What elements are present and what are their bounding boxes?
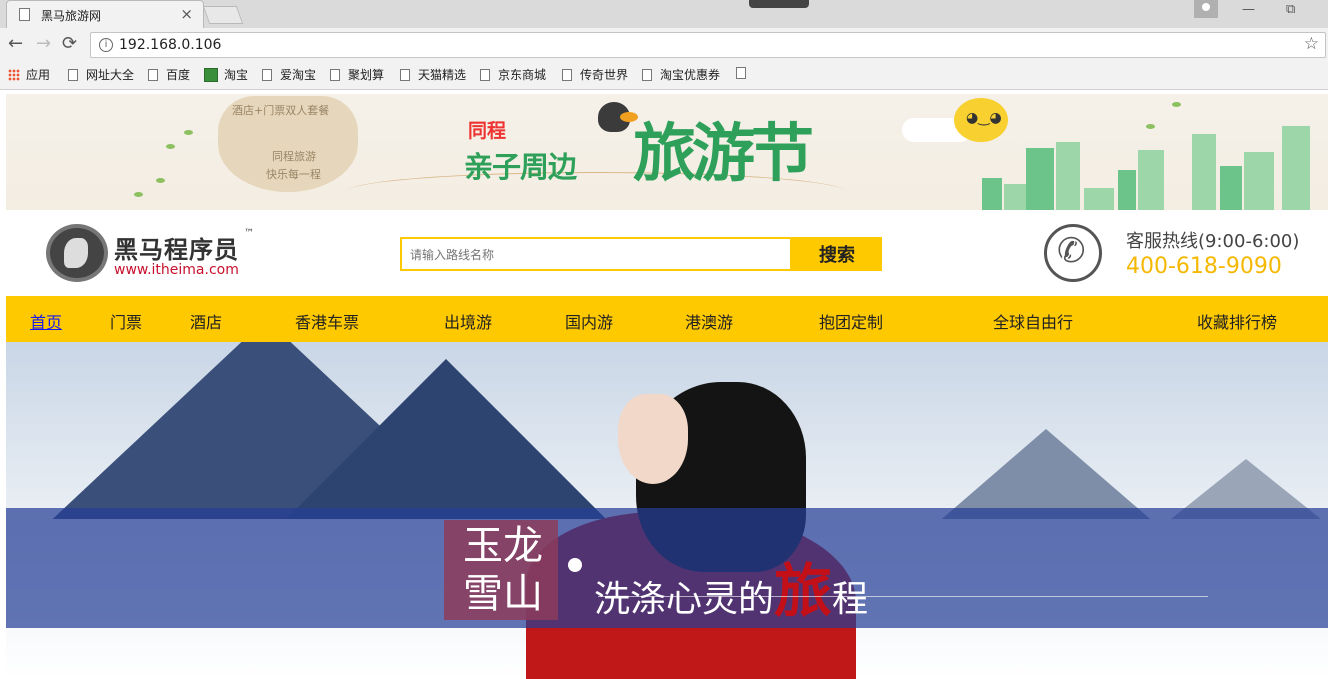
minimize-icon[interactable]: —: [1242, 2, 1255, 17]
hotline-number: 400-618-9090: [1126, 254, 1282, 279]
main-nav: 首页 门票 酒店 香港车票 出境游 国内游 港澳游 抱团定制 全球自由行 收藏排…: [6, 296, 1328, 342]
tab-close-icon[interactable]: ×: [180, 5, 193, 23]
building: [1084, 188, 1114, 210]
brand-url[interactable]: www.itheima.com: [114, 262, 239, 278]
bookmark-item[interactable]: 爱淘宝: [262, 66, 316, 83]
browser-tab[interactable]: 黑马旅游网 ×: [6, 0, 204, 28]
figure-face: [618, 394, 688, 484]
search-box: [400, 237, 792, 271]
promo-banner[interactable]: 酒店+门票双人套餐 同程旅游 快乐每一程 同程 亲子周边 旅游节 ◕‿◕: [6, 94, 1328, 210]
phone-badge: ✆: [1044, 224, 1102, 282]
page-icon: [736, 67, 746, 79]
nav-favorites-rank[interactable]: 收藏排行榜: [1197, 309, 1277, 333]
window-drag-handle: [749, 0, 809, 8]
building: [1192, 134, 1216, 210]
page-icon: [642, 69, 652, 81]
building: [1026, 148, 1054, 210]
brand-name[interactable]: 黑马程序员: [114, 230, 239, 265]
nav-domestic[interactable]: 国内游: [565, 309, 613, 333]
trademark: ™: [244, 228, 254, 239]
toolbar: ← → ⟳ i 192.168.0.106 ☆: [0, 28, 1328, 62]
promo-cloud-text: 同程旅游: [272, 150, 316, 163]
forward-icon[interactable]: →: [36, 33, 51, 54]
page-icon: [148, 69, 158, 81]
slogan-underline: [598, 596, 1208, 597]
bookmark-item[interactable]: 淘宝: [204, 66, 248, 83]
nav-hotels[interactable]: 酒店: [190, 309, 222, 333]
building: [1138, 150, 1164, 210]
page-icon: [19, 8, 30, 21]
restore-icon[interactable]: ⧉: [1286, 2, 1295, 17]
back-icon[interactable]: ←: [8, 33, 23, 54]
search-input[interactable]: [410, 246, 780, 264]
new-tab-button[interactable]: [202, 6, 244, 24]
promo-slogan-big: 旅游节: [633, 117, 814, 190]
toucan-icon: [598, 102, 638, 132]
user-profile-icon[interactable]: [1194, 0, 1218, 18]
page-icon: [330, 69, 340, 81]
bookmark-item[interactable]: 淘宝优惠券: [642, 66, 720, 83]
nav-home[interactable]: 首页: [30, 309, 62, 333]
nav-hk-bus[interactable]: 香港车票: [295, 309, 359, 333]
url-text[interactable]: 192.168.0.106: [119, 37, 221, 53]
building: [1056, 142, 1080, 210]
building: [982, 178, 1002, 210]
browser-chrome: 黑马旅游网 × — ⧉ ← → ⟳ i 192.168.0.106 ☆ 应用 网…: [0, 0, 1328, 90]
bookmark-item[interactable]: 京东商城: [480, 66, 546, 83]
leaf-icon: [1172, 102, 1181, 107]
reload-icon[interactable]: ⟳: [62, 33, 77, 54]
hero-seal: 玉龙 雪山: [463, 523, 543, 617]
nav-outbound[interactable]: 出境游: [444, 309, 492, 333]
building: [1244, 152, 1274, 210]
promo-cloud-text: 酒店+门票双人套餐: [232, 104, 330, 117]
slogan-emphasis: 旅: [774, 557, 833, 625]
nav-tickets[interactable]: 门票: [110, 309, 142, 333]
horse-logo-icon[interactable]: [46, 224, 108, 282]
page-icon: [562, 69, 572, 81]
tab-title: 黑马旅游网: [41, 9, 102, 23]
promo-cloud-text: 快乐每一程: [266, 168, 321, 181]
hero-slogan: 洗涤心灵的旅程: [594, 557, 869, 625]
leaf-icon: [134, 192, 143, 197]
page-icon: [68, 69, 78, 81]
phone-icon: ✆: [1057, 231, 1086, 271]
nav-hk-macau[interactable]: 港澳游: [685, 309, 733, 333]
building: [1118, 170, 1136, 210]
nav-global-free[interactable]: 全球自由行: [993, 309, 1073, 333]
bookmark-apps[interactable]: 应用: [8, 66, 50, 83]
nav-group-custom[interactable]: 抱团定制: [819, 309, 883, 333]
info-icon[interactable]: i: [99, 38, 113, 52]
page-icon: [262, 69, 272, 81]
page-icon: [480, 69, 490, 81]
building: [1282, 126, 1310, 210]
hero-banner[interactable]: 玉龙 雪山 洗涤心灵的旅程: [6, 342, 1328, 679]
bookmark-item[interactable]: 聚划算: [330, 66, 384, 83]
bookmark-item[interactable]: [736, 66, 754, 80]
taobao-icon: [204, 68, 218, 82]
leaf-icon: [166, 144, 175, 149]
star-icon[interactable]: ☆: [1304, 34, 1319, 54]
bookmarks-bar: 应用 网址大全 百度 淘宝 爱淘宝 聚划算 天猫精选 京东商城 传奇世界 淘宝优…: [0, 62, 1328, 88]
promo-brand: 同程: [468, 120, 507, 142]
tab-strip: 黑马旅游网 × — ⧉: [0, 0, 1328, 28]
search-button[interactable]: 搜索: [792, 237, 882, 271]
bookmark-item[interactable]: 天猫精选: [400, 66, 466, 83]
address-bar[interactable]: i 192.168.0.106 ☆: [90, 32, 1326, 58]
bookmark-item[interactable]: 百度: [148, 66, 190, 83]
bookmark-item[interactable]: 网址大全: [68, 66, 134, 83]
leaf-icon: [184, 130, 193, 135]
leaf-icon: [1146, 124, 1155, 129]
promo-slogan-small: 亲子周边: [464, 150, 577, 184]
leaf-icon: [156, 178, 165, 183]
building: [1220, 166, 1242, 210]
page-icon: [400, 69, 410, 81]
web-page: 酒店+门票双人套餐 同程旅游 快乐每一程 同程 亲子周边 旅游节 ◕‿◕ 黑马程…: [6, 94, 1328, 679]
sun-face: ◕‿◕: [966, 110, 1002, 126]
bullet-dot: [568, 558, 582, 572]
bookmark-item[interactable]: 传奇世界: [562, 66, 628, 83]
hotline-label: 客服热线(9:00-6:00): [1126, 231, 1300, 252]
apps-grid-icon: [8, 69, 20, 81]
site-header: 黑马程序员 ™ www.itheima.com 搜索 ✆ 客服热线(9:00-6…: [6, 210, 1328, 296]
